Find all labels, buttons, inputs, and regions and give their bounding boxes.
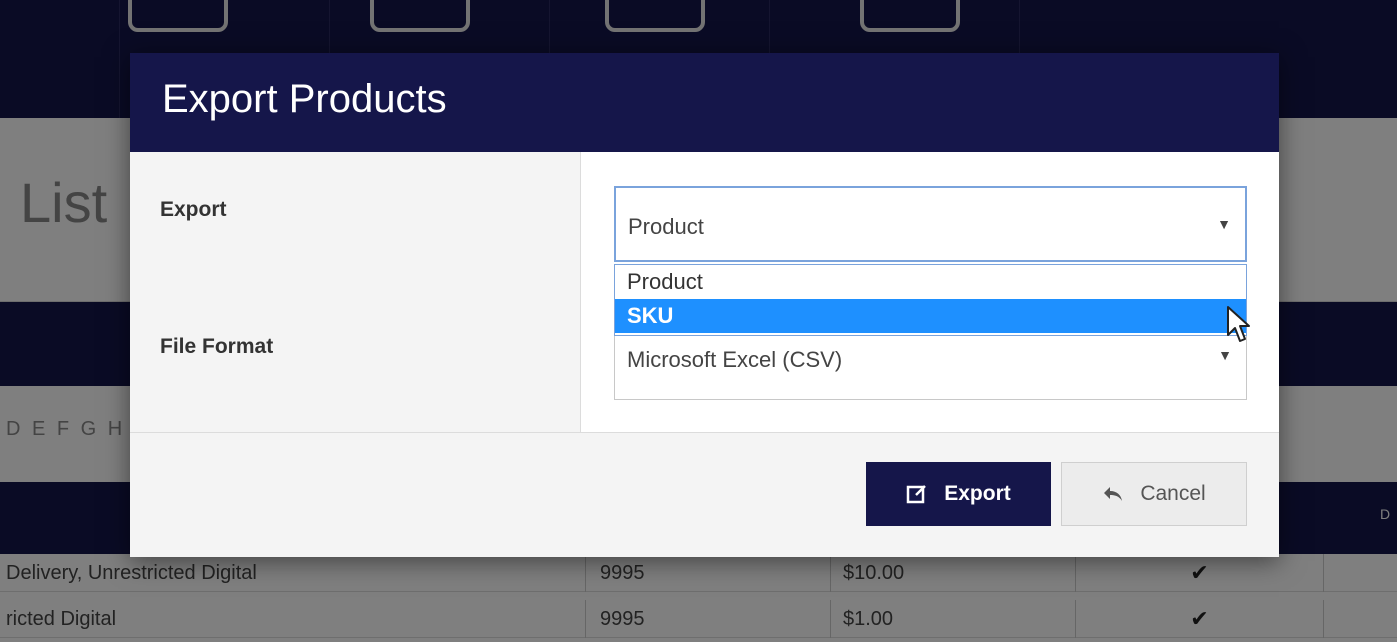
dialog-header: Export Products — [130, 53, 1279, 152]
labels-column: Export File Format — [130, 152, 581, 432]
export-button-label: Export — [944, 482, 1011, 505]
export-label: Export — [160, 198, 227, 221]
file-format-select-value: Microsoft Excel (CSV) — [627, 347, 843, 372]
dialog-footer: Export Cancel — [130, 432, 1279, 557]
export-button[interactable]: Export — [866, 462, 1051, 526]
dropdown-option-sku[interactable]: SKU — [615, 299, 1246, 333]
cancel-button-label: Cancel — [1140, 482, 1206, 505]
reply-arrow-icon — [1102, 485, 1124, 503]
export-dropdown-list: Product SKU — [614, 264, 1247, 336]
mouse-pointer-icon — [1226, 305, 1252, 350]
dialog-body: Export File Format Product ▼ Product SKU… — [130, 152, 1279, 432]
cancel-button[interactable]: Cancel — [1061, 462, 1247, 526]
dialog-title: Export Products — [162, 77, 447, 121]
export-select-value: Product — [628, 214, 704, 239]
export-select[interactable]: Product ▼ — [614, 186, 1247, 262]
file-format-label: File Format — [160, 335, 274, 358]
edit-square-icon — [906, 483, 928, 505]
caret-down-icon: ▼ — [1217, 216, 1231, 232]
export-products-dialog: Export Products Export File Format Produ… — [130, 53, 1279, 557]
dropdown-option-product[interactable]: Product — [615, 265, 1246, 299]
